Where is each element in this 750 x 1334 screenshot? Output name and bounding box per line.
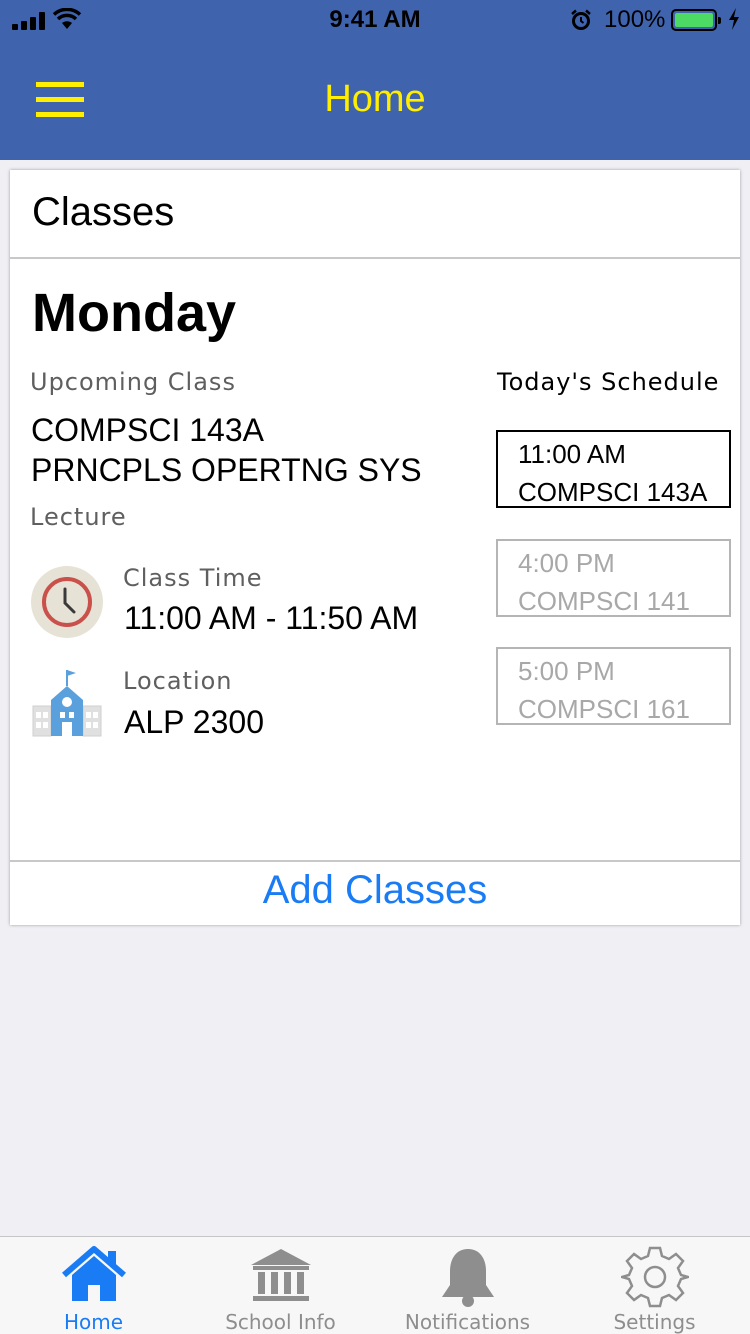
- bell-icon: [442, 1249, 494, 1307]
- class-time-value: 11:00 AM - 11:50 AM: [124, 600, 419, 636]
- tab-settings[interactable]: Settings: [561, 1237, 748, 1334]
- tab-notifications[interactable]: Notifications: [374, 1237, 561, 1334]
- slot-time: 4:00 PM: [518, 548, 615, 578]
- schedule-slot[interactable]: 4:00 PM COMPSCI 141: [496, 539, 731, 617]
- gear-icon: [621, 1246, 689, 1308]
- add-classes-button[interactable]: Add Classes: [10, 868, 740, 913]
- location-value: ALP 2300: [124, 704, 264, 740]
- charging-bolt-icon: [729, 8, 739, 30]
- card-title: Classes: [32, 190, 175, 234]
- card-header: Classes: [10, 170, 740, 259]
- schedule-slot[interactable]: 5:00 PM COMPSCI 161: [496, 647, 731, 725]
- classes-card: Classes Monday Upcoming Class COMPSCI 14…: [10, 170, 740, 925]
- battery-percent: 100%: [604, 6, 666, 33]
- class-type: Lecture: [30, 503, 127, 531]
- day-heading: Monday: [32, 283, 237, 343]
- bank-building-icon: [251, 1249, 311, 1301]
- slot-course: COMPSCI 161: [518, 694, 690, 724]
- card-footer: Add Classes: [10, 860, 740, 925]
- page-title: Home: [324, 78, 426, 120]
- clock-icon: [31, 566, 103, 638]
- class-title: PRNCPLS OPERTNG SYS: [31, 452, 422, 488]
- battery-icon: [671, 9, 721, 31]
- top-bar: 9:41 AM 100% Home: [0, 0, 750, 160]
- slot-course: COMPSCI 143A: [518, 477, 708, 507]
- tab-label: Notifications: [404, 1310, 531, 1334]
- class-time-label: Class Time: [123, 564, 263, 592]
- slot-time: 11:00 AM: [518, 439, 626, 469]
- location-label: Location: [123, 667, 233, 695]
- class-code: COMPSCI 143A: [31, 412, 264, 448]
- upcoming-class-name: COMPSCI 143A PRNCPLS OPERTNG SYS: [31, 410, 422, 490]
- slot-time: 5:00 PM: [518, 656, 615, 686]
- slot-course: COMPSCI 141: [518, 586, 690, 616]
- tab-label: School Info: [225, 1310, 336, 1334]
- alarm-icon: [571, 9, 591, 30]
- school-building-icon: [32, 670, 102, 737]
- tab-label: Settings: [613, 1310, 696, 1334]
- tab-home[interactable]: Home: [0, 1237, 187, 1334]
- schedule-slot[interactable]: 11:00 AM COMPSCI 143A: [496, 430, 731, 508]
- schedule-title: Today's Schedule: [497, 368, 720, 396]
- tab-school-info[interactable]: School Info: [187, 1237, 374, 1334]
- home-icon: [62, 1246, 126, 1301]
- status-bar: 9:41 AM 100%: [0, 0, 750, 40]
- upcoming-class-label: Upcoming Class: [30, 368, 236, 396]
- tab-label: Home: [63, 1310, 124, 1334]
- tab-bar: Home School Info Notifications Settings: [0, 1236, 750, 1334]
